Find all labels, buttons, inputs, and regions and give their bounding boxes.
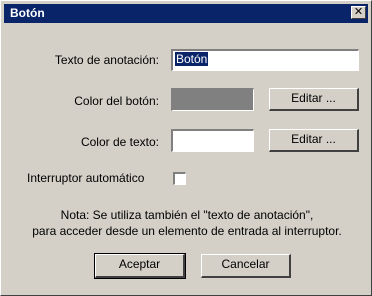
note-line-2: para acceder desde un elemento de entrad…: [32, 224, 342, 238]
accept-button[interactable]: Aceptar: [94, 253, 186, 279]
auto-switch-label: Interruptor automático: [27, 171, 145, 185]
dialog-window: Botón ✕ Texto de anotación: Botón Color …: [0, 0, 372, 296]
cancel-button[interactable]: Cancelar: [201, 254, 291, 278]
button-color-swatch: [171, 88, 254, 111]
text-color-label: Color de texto:: [80, 135, 159, 149]
close-button[interactable]: ✕: [351, 6, 366, 19]
note-line-1: Nota: Se utiliza también el "texto de an…: [60, 208, 314, 222]
annotation-text-value: Botón: [175, 52, 209, 66]
close-icon: ✕: [353, 6, 364, 18]
annotation-text-input[interactable]: Botón: [171, 49, 359, 71]
edit-text-color-button[interactable]: Editar ...: [269, 129, 359, 152]
edit-button-color-button[interactable]: Editar ...: [269, 88, 359, 111]
text-color-swatch: [171, 129, 254, 152]
auto-switch-checkbox[interactable]: [173, 172, 186, 185]
button-color-label: Color del botón:: [74, 94, 159, 108]
annotation-label: Texto de anotación:: [54, 53, 159, 67]
dialog-title: Botón: [10, 6, 45, 20]
title-bar[interactable]: Botón ✕: [4, 4, 368, 23]
